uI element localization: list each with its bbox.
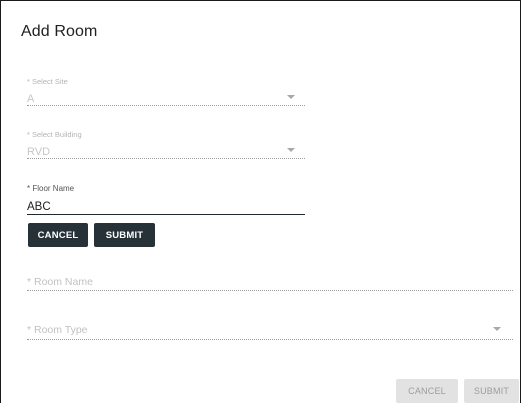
- select-building-value: RVD: [27, 146, 51, 158]
- dialog-title: Add Room: [21, 23, 98, 40]
- add-room-dialog: Add Room * Select Site A * Select Buildi…: [0, 0, 521, 403]
- room-name-placeholder: * Room Name: [27, 276, 93, 288]
- dialog-cancel-button[interactable]: CANCEL: [396, 379, 458, 403]
- floor-name-field[interactable]: * Floor Name ABC: [27, 184, 305, 216]
- select-site-value: A: [27, 93, 35, 105]
- select-building-underline: [27, 158, 305, 159]
- room-type-underline: [27, 339, 513, 340]
- room-type-placeholder: * Room Type: [27, 324, 88, 336]
- chevron-down-icon[interactable]: [287, 148, 295, 152]
- select-site-underline: [27, 105, 305, 106]
- room-type-dropdown[interactable]: * Room Type: [27, 321, 513, 343]
- select-building-dropdown[interactable]: * Select Building RVD: [27, 130, 305, 160]
- floor-name-input[interactable]: ABC: [27, 201, 51, 213]
- select-site-dropdown[interactable]: * Select Site A: [27, 77, 305, 107]
- room-name-field[interactable]: * Room Name: [27, 273, 513, 293]
- dialog-submit-button[interactable]: SUBMIT: [464, 379, 519, 403]
- floor-name-underline: [27, 214, 305, 215]
- floor-submit-button[interactable]: SUBMIT: [94, 223, 155, 247]
- select-building-label: * Select Building: [27, 130, 82, 139]
- room-name-underline: [27, 290, 513, 291]
- chevron-down-icon[interactable]: [287, 95, 295, 99]
- floor-name-label: * Floor Name: [27, 184, 75, 193]
- chevron-down-icon[interactable]: [493, 327, 501, 331]
- floor-cancel-button[interactable]: CANCEL: [28, 223, 88, 247]
- select-site-label: * Select Site: [27, 77, 68, 86]
